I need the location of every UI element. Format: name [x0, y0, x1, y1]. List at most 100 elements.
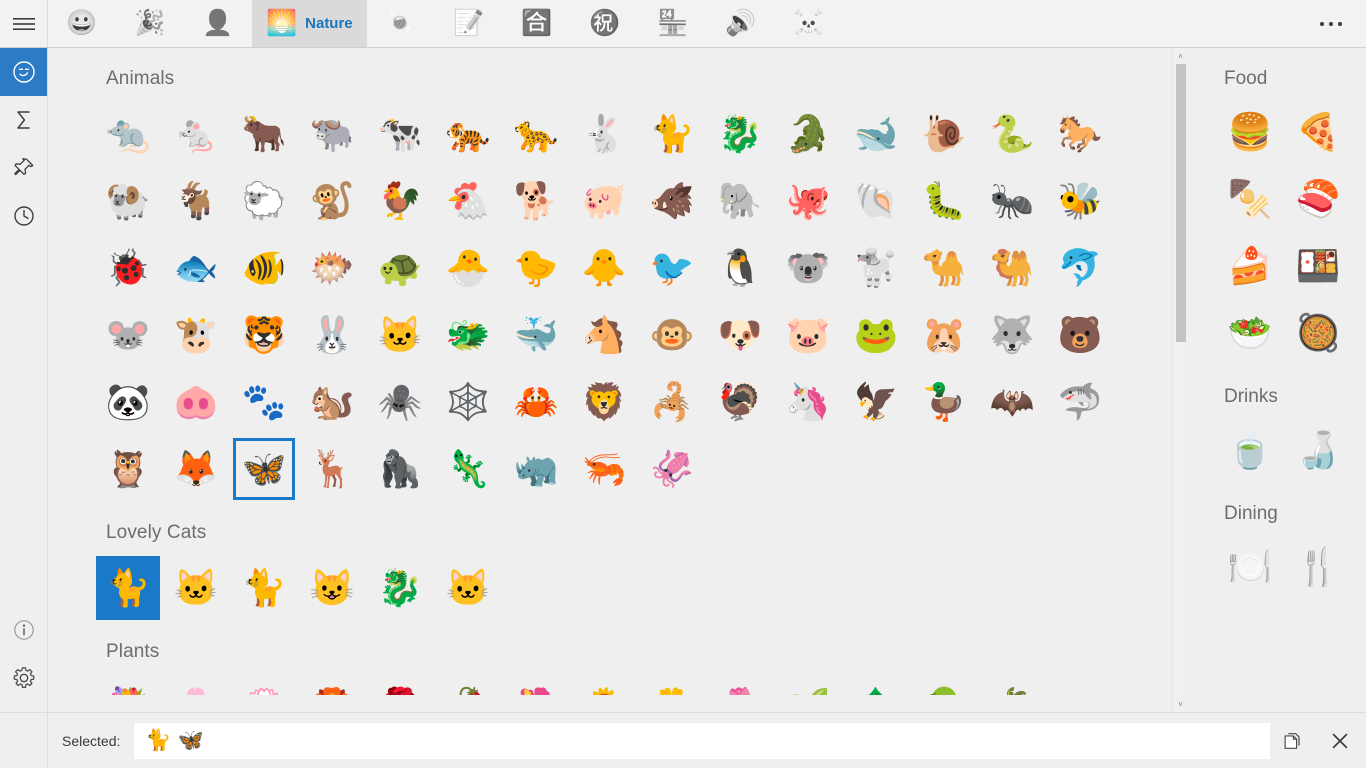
emoji-bug[interactable]: 🐛: [910, 167, 978, 234]
emoji-goat[interactable]: 🐐: [162, 167, 230, 234]
emoji-ninja-cat-astronaut[interactable]: 😺: [298, 554, 366, 621]
emoji-green-salad[interactable]: 🥗: [1216, 299, 1284, 366]
scrollbar-thumb[interactable]: [1176, 64, 1186, 342]
rail-item-settings[interactable]: [0, 654, 47, 702]
emoji-rose[interactable]: 🌹: [366, 673, 434, 695]
vertical-scrollbar[interactable]: ˄ ˅: [1172, 48, 1188, 712]
emoji-monkey[interactable]: 🐒: [298, 167, 366, 234]
emoji-unicorn[interactable]: 🦄: [774, 368, 842, 435]
emoji-bento-box[interactable]: 🍱: [1284, 232, 1352, 299]
emoji-cherry-blossom[interactable]: 🌸: [162, 673, 230, 695]
emoji-eagle[interactable]: 🦅: [842, 368, 910, 435]
emoji-pig-face[interactable]: 🐷: [774, 301, 842, 368]
emoji-ninja-cat-flying[interactable]: 🐈: [94, 554, 162, 621]
scroll-up-button[interactable]: ˄: [1173, 48, 1189, 64]
emoji-blossom[interactable]: 🌼: [638, 673, 706, 695]
emoji-dragon[interactable]: 🐉: [706, 100, 774, 167]
emoji-ant[interactable]: 🐜: [978, 167, 1046, 234]
emoji-chipmunk[interactable]: 🐿️: [298, 368, 366, 435]
emoji-hamster[interactable]: 🐹: [910, 301, 978, 368]
rail-item-symbols[interactable]: [0, 96, 47, 144]
emoji-mouse[interactable]: 🐁: [162, 100, 230, 167]
emoji-pig[interactable]: 🐖: [570, 167, 638, 234]
emoji-two-hump-camel[interactable]: 🐫: [978, 234, 1046, 301]
emoji-shrimp[interactable]: 🦐: [570, 435, 638, 502]
tab-celebrate[interactable]: 🎉: [116, 0, 184, 47]
emoji-dolphin[interactable]: 🐬: [1046, 234, 1114, 301]
emoji-shortcake[interactable]: 🍰: [1216, 232, 1284, 299]
emoji-paw-prints[interactable]: 🐾: [230, 368, 298, 435]
emoji-crocodile[interactable]: 🐊: [774, 100, 842, 167]
emoji-elephant[interactable]: 🐘: [706, 167, 774, 234]
emoji-hamburger[interactable]: 🍔: [1216, 98, 1284, 165]
scrollbar-track[interactable]: [1173, 64, 1189, 696]
emoji-duck[interactable]: 🦆: [910, 368, 978, 435]
rail-item-pinned[interactable]: [0, 144, 47, 192]
emoji-shark[interactable]: 🦈: [1046, 368, 1114, 435]
emoji-palm-tree[interactable]: 🌴: [978, 673, 1046, 695]
menu-button[interactable]: [0, 0, 48, 47]
emoji-bouquet[interactable]: 💐: [94, 673, 162, 695]
emoji-ninja-cat-black[interactable]: 🐱: [434, 554, 502, 621]
rail-item-emoji[interactable]: [0, 48, 47, 96]
emoji-spiral-shell[interactable]: 🐚: [842, 167, 910, 234]
emoji-deciduous-tree[interactable]: 🌳: [910, 673, 978, 695]
emoji-snail[interactable]: 🐌: [910, 100, 978, 167]
emoji-mouse-face[interactable]: 🐭: [94, 301, 162, 368]
emoji-tiger[interactable]: 🐅: [434, 100, 502, 167]
emoji-gorilla[interactable]: 🦍: [366, 435, 434, 502]
emoji-rhinoceros[interactable]: 🦏: [502, 435, 570, 502]
emoji-front-facing-baby-chick[interactable]: 🐥: [570, 234, 638, 301]
emoji-cow-face[interactable]: 🐮: [162, 301, 230, 368]
tab-smileys[interactable]: 😀: [48, 0, 116, 47]
tab-nature[interactable]: 🌅Nature: [252, 0, 367, 47]
emoji-ninja-cat-orange[interactable]: 🐈: [230, 554, 298, 621]
emoji-crab[interactable]: 🦀: [502, 368, 570, 435]
emoji-teacup-without-handle[interactable]: 🍵: [1216, 416, 1284, 483]
emoji-lizard[interactable]: 🦎: [434, 435, 502, 502]
emoji-sake[interactable]: 🍶: [1284, 416, 1352, 483]
emoji-bird[interactable]: 🐦: [638, 234, 706, 301]
rail-item-recent[interactable]: [0, 192, 47, 240]
emoji-white-flower[interactable]: 💮: [230, 673, 298, 695]
emoji-fish[interactable]: 🐟: [162, 234, 230, 301]
emoji-bat[interactable]: 🦇: [978, 368, 1046, 435]
rail-item-about[interactable]: [0, 606, 47, 654]
emoji-frog[interactable]: 🐸: [842, 301, 910, 368]
emoji-pig-nose[interactable]: 🐽: [162, 368, 230, 435]
emoji-cat-face[interactable]: 🐱: [366, 301, 434, 368]
scroll-down-button[interactable]: ˅: [1173, 696, 1189, 712]
emoji-honeybee[interactable]: 🐝: [1046, 167, 1114, 234]
emoji-ninja-cat-windows[interactable]: 🐱: [162, 554, 230, 621]
tab-people[interactable]: 👤: [184, 0, 252, 47]
emoji-cow[interactable]: 🐄: [366, 100, 434, 167]
selected-input[interactable]: 🐈🦋: [134, 723, 1270, 759]
emoji-hatching-chick[interactable]: 🐣: [434, 234, 502, 301]
emoji-panda[interactable]: 🐼: [94, 368, 162, 435]
more-options-button[interactable]: [1302, 0, 1366, 47]
emoji-ninja-cat-dino[interactable]: 🐉: [366, 554, 434, 621]
tab-symbols2[interactable]: ㊗️: [571, 0, 639, 47]
tab-sound[interactable]: 🔊: [707, 0, 775, 47]
emoji-water-buffalo[interactable]: 🐃: [298, 100, 366, 167]
emoji-owl[interactable]: 🦉: [94, 435, 162, 502]
emoji-blowfish[interactable]: 🐡: [298, 234, 366, 301]
emoji-sunflower[interactable]: 🌻: [570, 673, 638, 695]
emoji-fork-and-knife-with-plate[interactable]: 🍽️: [1216, 533, 1284, 600]
emoji-penguin[interactable]: 🐧: [706, 234, 774, 301]
emoji-shallow-pan-of-food[interactable]: 🥘: [1284, 299, 1352, 366]
emoji-tulip[interactable]: 🌷: [706, 673, 774, 695]
emoji-rooster[interactable]: 🐓: [366, 167, 434, 234]
emoji-tropical-fish[interactable]: 🐠: [230, 234, 298, 301]
emoji-dog-face[interactable]: 🐶: [706, 301, 774, 368]
emoji-turkey[interactable]: 🦃: [706, 368, 774, 435]
emoji-camel[interactable]: 🐪: [910, 234, 978, 301]
emoji-whale[interactable]: 🐋: [842, 100, 910, 167]
emoji-rabbit[interactable]: 🐇: [570, 100, 638, 167]
emoji-snake[interactable]: 🐍: [978, 100, 1046, 167]
emoji-octopus[interactable]: 🐙: [774, 167, 842, 234]
emoji-squid[interactable]: 🦑: [638, 435, 706, 502]
emoji-dog[interactable]: 🐕: [502, 167, 570, 234]
emoji-scorpion[interactable]: 🦂: [638, 368, 706, 435]
emoji-koala[interactable]: 🐨: [774, 234, 842, 301]
